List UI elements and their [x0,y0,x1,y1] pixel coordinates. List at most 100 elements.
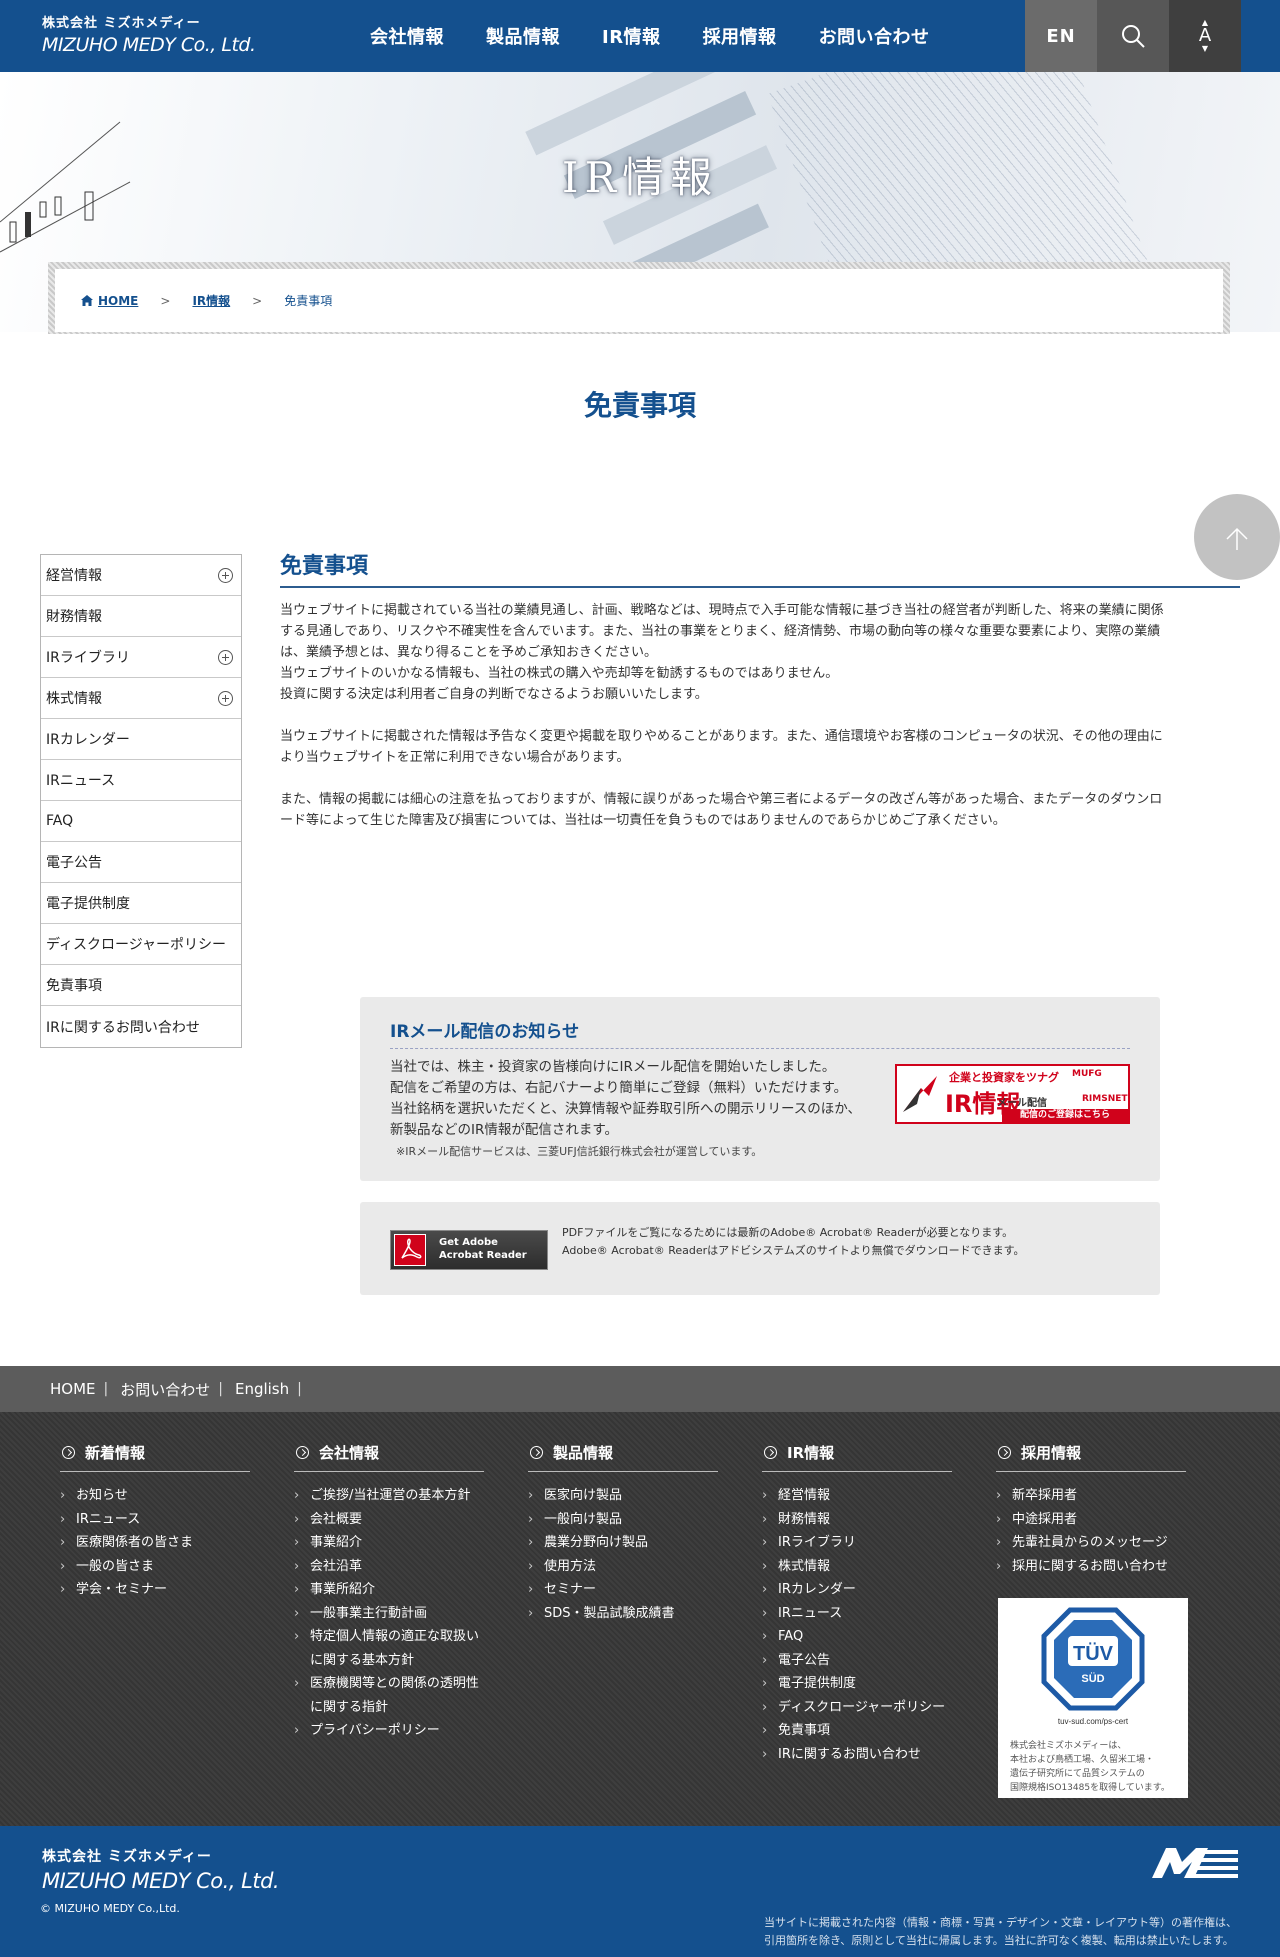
breadcrumb-sep: > [160,293,171,308]
side-item-disclaimer[interactable]: 免責事項 [41,965,241,1006]
english-button[interactable]: EN [1025,0,1097,72]
adobe-reader-notice: Get Adobe Acrobat Reader PDFファイルをご覧になるため… [360,1202,1160,1295]
plus-circle-icon[interactable] [218,649,233,665]
sitemap-head[interactable]: 採用情報 [996,1442,1186,1472]
site-logo[interactable]: 株式会社 ミズホメディー MIZUHO MEDY Co., Ltd. [42,12,256,56]
sitemap-link[interactable]: SDS・製品試験成績書 [528,1602,718,1626]
circle-chevron-icon [998,1446,1011,1459]
sitemap-link[interactable]: ご挨拶/当社運営の基本方針 [294,1484,484,1508]
text-line: PDFファイルをご覧になるためには最新のAdobe® Acrobat® Read… [562,1226,1014,1239]
sitemap-link[interactable]: 事業所紹介 [294,1578,484,1602]
footer-contact-link[interactable]: お問い合わせ [120,1379,210,1400]
breadcrumb-ir[interactable]: IR情報 [192,292,230,309]
sitemap-head[interactable]: 新着情報 [60,1442,250,1472]
side-item-ir-contact[interactable]: IRに関するお問い合わせ [41,1006,241,1047]
sitemap-link[interactable]: 経営情報 [762,1484,952,1508]
sitemap-link[interactable]: 医家向け製品 [528,1484,718,1508]
nav-ir[interactable]: IR情報 [602,23,661,49]
side-item-label: FAQ [46,813,74,829]
sitemap-link[interactable]: 新卒採用者 [996,1484,1186,1508]
footer-logo[interactable]: 株式会社 ミズホメディー MIZUHO MEDY Co., Ltd. [42,1846,280,1893]
text-line: 本社および鳥栖工場、久留米工場・ [1010,1755,1155,1765]
sitemap-link[interactable]: ディスクロージャーポリシー [762,1696,952,1720]
side-item-library[interactable]: IRライブラリ [41,637,241,678]
sitemap-link[interactable]: IRニュース [762,1602,952,1626]
sitemap-link[interactable]: 一般の皆さま [60,1555,250,1579]
sitemap-link[interactable]: 会社概要 [294,1508,484,1532]
sitemap-link[interactable]: 農業分野向け製品 [528,1531,718,1555]
side-item-faq[interactable]: FAQ [41,801,241,842]
sitemap-link[interactable]: IRカレンダー [762,1578,952,1602]
sitemap-link[interactable]: 電子提供制度 [762,1672,952,1696]
font-size-button[interactable]: ▲ A ▼ [1169,0,1241,72]
ir-mail-text: 当社では、株主・投資家の皆様向けにIRメール配信を開始いたしました。 配信をご希… [390,1057,890,1141]
sitemap-link[interactable]: IRライブラリ [762,1531,952,1555]
adobe-btn-line2: Acrobat Reader [439,1250,527,1261]
copyright: © MIZUHO MEDY Co.,Ltd. [40,1902,180,1915]
sitemap-col-recruit: 採用情報 新卒採用者 中途採用者 先輩社員からのメッセージ 採用に関するお問い合… [996,1442,1186,1578]
sitemap-link[interactable]: 電子公告 [762,1649,952,1673]
footer-link-bar: HOME | お問い合わせ | English | [0,1366,1280,1412]
nav-products[interactable]: 製品情報 [486,23,560,49]
sitemap-link[interactable]: 株式情報 [762,1555,952,1579]
sitemap-link[interactable]: 一般事業主行動計画 [294,1602,484,1626]
ir-mail-title: IRメール配信のお知らせ [390,1017,1130,1049]
sitemap-link[interactable]: 医療機関等との関係の透明性に関する指針 [294,1672,484,1719]
nav-recruit[interactable]: 採用情報 [703,23,777,49]
side-item-disclosure[interactable]: ディスクロージャーポリシー [41,924,241,965]
side-item-label: IRライブラリ [46,650,130,666]
tuv-certification[interactable]: TÜV SÜD tuv-sud.com/ps-cert 株式会社ミズホメディーは… [998,1598,1188,1798]
sitemap-link[interactable]: 事業紹介 [294,1531,484,1555]
sitemap-link[interactable]: IRニュース [60,1508,250,1532]
footer-sep: | [218,1381,223,1397]
sitemap-head[interactable]: 製品情報 [528,1442,718,1472]
sitemap-link[interactable]: IRに関するお問い合わせ [762,1743,952,1767]
sitemap-link[interactable]: 中途採用者 [996,1508,1186,1532]
footer-logo-en: MIZUHO MEDY Co., Ltd. [42,1869,280,1893]
plus-circle-icon[interactable] [218,690,233,706]
sitemap-link[interactable]: 財務情報 [762,1508,952,1532]
side-item-management[interactable]: 経営情報 [41,555,241,596]
sitemap-link[interactable]: 会社沿革 [294,1555,484,1579]
sitemap-link[interactable]: FAQ [762,1625,952,1649]
copyright-notice: 当サイトに掲載された内容（情報・商標・写真・デザイン・文章・レイアウト等）の著作… [764,1914,1244,1950]
nav-company[interactable]: 会社情報 [370,23,444,49]
side-item-stock[interactable]: 株式情報 [41,678,241,719]
side-item-news[interactable]: IRニュース [41,760,241,801]
disclaimer-paragraph-2: 当ウェブサイトに掲載された情報は予告なく変更や掲載を取りやめることがあります。ま… [280,726,1240,768]
footer-home-link[interactable]: HOME [50,1380,96,1398]
side-item-e-notice[interactable]: 電子公告 [41,842,241,883]
sitemap-link[interactable]: 特定個人情報の適正な取扱いに関する基本方針 [294,1625,484,1672]
sitemap-link[interactable]: 免責事項 [762,1719,952,1743]
plus-circle-icon[interactable] [218,567,233,583]
sitemap-link[interactable]: 医療関係者の皆さま [60,1531,250,1555]
chevron-down-icon: ▼ [1201,44,1209,53]
side-item-e-provision[interactable]: 電子提供制度 [41,883,241,924]
sitemap-link[interactable]: 先輩社員からのメッセージ [996,1531,1186,1555]
sitemap-link[interactable]: 使用方法 [528,1555,718,1579]
sitemap-link[interactable]: セミナー [528,1578,718,1602]
side-item-financial[interactable]: 財務情報 [41,596,241,637]
sitemap-link[interactable]: プライバシーポリシー [294,1719,484,1743]
side-item-calendar[interactable]: IRカレンダー [41,719,241,760]
sitemap-link[interactable]: お知らせ [60,1484,250,1508]
side-item-label: IRカレンダー [46,732,130,748]
sitemap-head[interactable]: 会社情報 [294,1442,484,1472]
sitemap-head[interactable]: IR情報 [762,1442,952,1472]
global-nav: 会社情報 製品情報 IR情報 採用情報 お問い合わせ [370,0,972,72]
rimsnet-banner[interactable]: 企業と投資家をツナグ IR情報 メール配信 MUFG RIMSNET 配信のご登… [895,1064,1130,1124]
sitemap-link[interactable]: 一般向け製品 [528,1508,718,1532]
get-adobe-reader-button[interactable]: Get Adobe Acrobat Reader [390,1230,548,1270]
text-line: 遺伝子研究所にて品質システムの [1010,1769,1145,1779]
footer-english-link[interactable]: English [235,1380,289,1398]
nav-contact[interactable]: お問い合わせ [819,23,930,49]
sitemap-link[interactable]: 学会・セミナー [60,1578,250,1602]
footer-logo-jp: 株式会社 ミズホメディー [42,1849,212,1865]
breadcrumb-current: 免責事項 [284,294,333,308]
link-line: に関する指針 [310,1699,389,1715]
circle-chevron-icon [62,1446,75,1459]
search-button[interactable] [1097,0,1169,72]
sitemap-link[interactable]: 採用に関するお問い合わせ [996,1555,1186,1579]
tuv-badge-icon: TÜV SÜD tuv-sud.com/ps-cert [1041,1607,1145,1726]
breadcrumb-home[interactable]: HOME [98,294,138,308]
